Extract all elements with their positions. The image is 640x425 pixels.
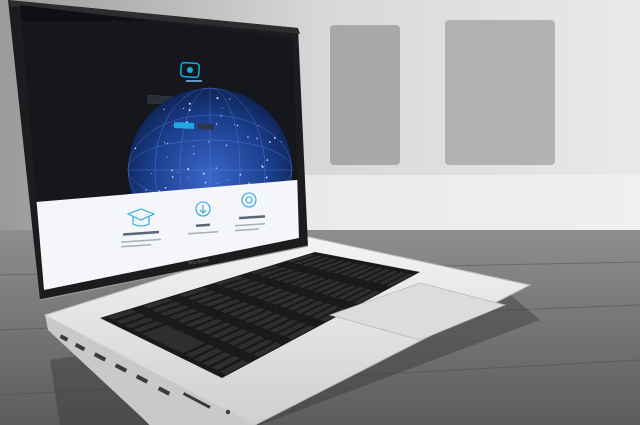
globe-star [202,172,205,175]
globe-star [236,124,239,127]
globe-star [216,182,218,184]
globe-star [193,153,195,155]
globe-star [273,136,276,139]
globe-star [188,102,191,105]
globe-star [266,159,269,161]
globe-star [187,168,190,171]
globe-star [216,97,219,100]
globe-star [134,147,137,150]
globe-star [227,179,229,181]
globe-star [265,176,268,179]
globe-star [164,187,167,189]
globe-star [280,140,282,142]
globe-star [188,108,191,112]
globe-star [158,190,160,192]
globe-star [247,136,249,138]
globe-star [258,124,260,126]
screen-secondary-button [198,123,214,130]
globe-star [165,142,166,144]
globe-star [204,181,207,184]
globe-star [163,141,165,143]
globe-star [215,123,218,125]
globe-star [261,164,263,166]
globe-star [171,169,174,172]
globe-star [145,189,147,191]
globe-star [220,115,222,117]
globe-star [151,173,153,174]
screen-primary-button [174,122,194,129]
globe-star [215,167,217,169]
globe-star [239,173,242,176]
globe-star [163,108,165,110]
globe-star [172,124,174,126]
photo-scene: MacBook [0,0,640,425]
globe-star [248,182,250,184]
globe-star [187,176,189,178]
globe-star [261,165,264,168]
globe-star [166,156,168,158]
globe-star [183,107,185,109]
globe-star [229,98,231,100]
globe-star [208,141,210,143]
globe-star [171,176,174,178]
wall-window-left [330,25,400,165]
globe-star [268,141,271,143]
globe-star [192,145,195,147]
globe-star [221,107,223,109]
globe-star [176,172,178,174]
globe-star [225,144,228,146]
wall-window-right [445,20,555,165]
globe-star [234,124,236,126]
globe-star [256,137,258,140]
globe-star [167,142,169,144]
